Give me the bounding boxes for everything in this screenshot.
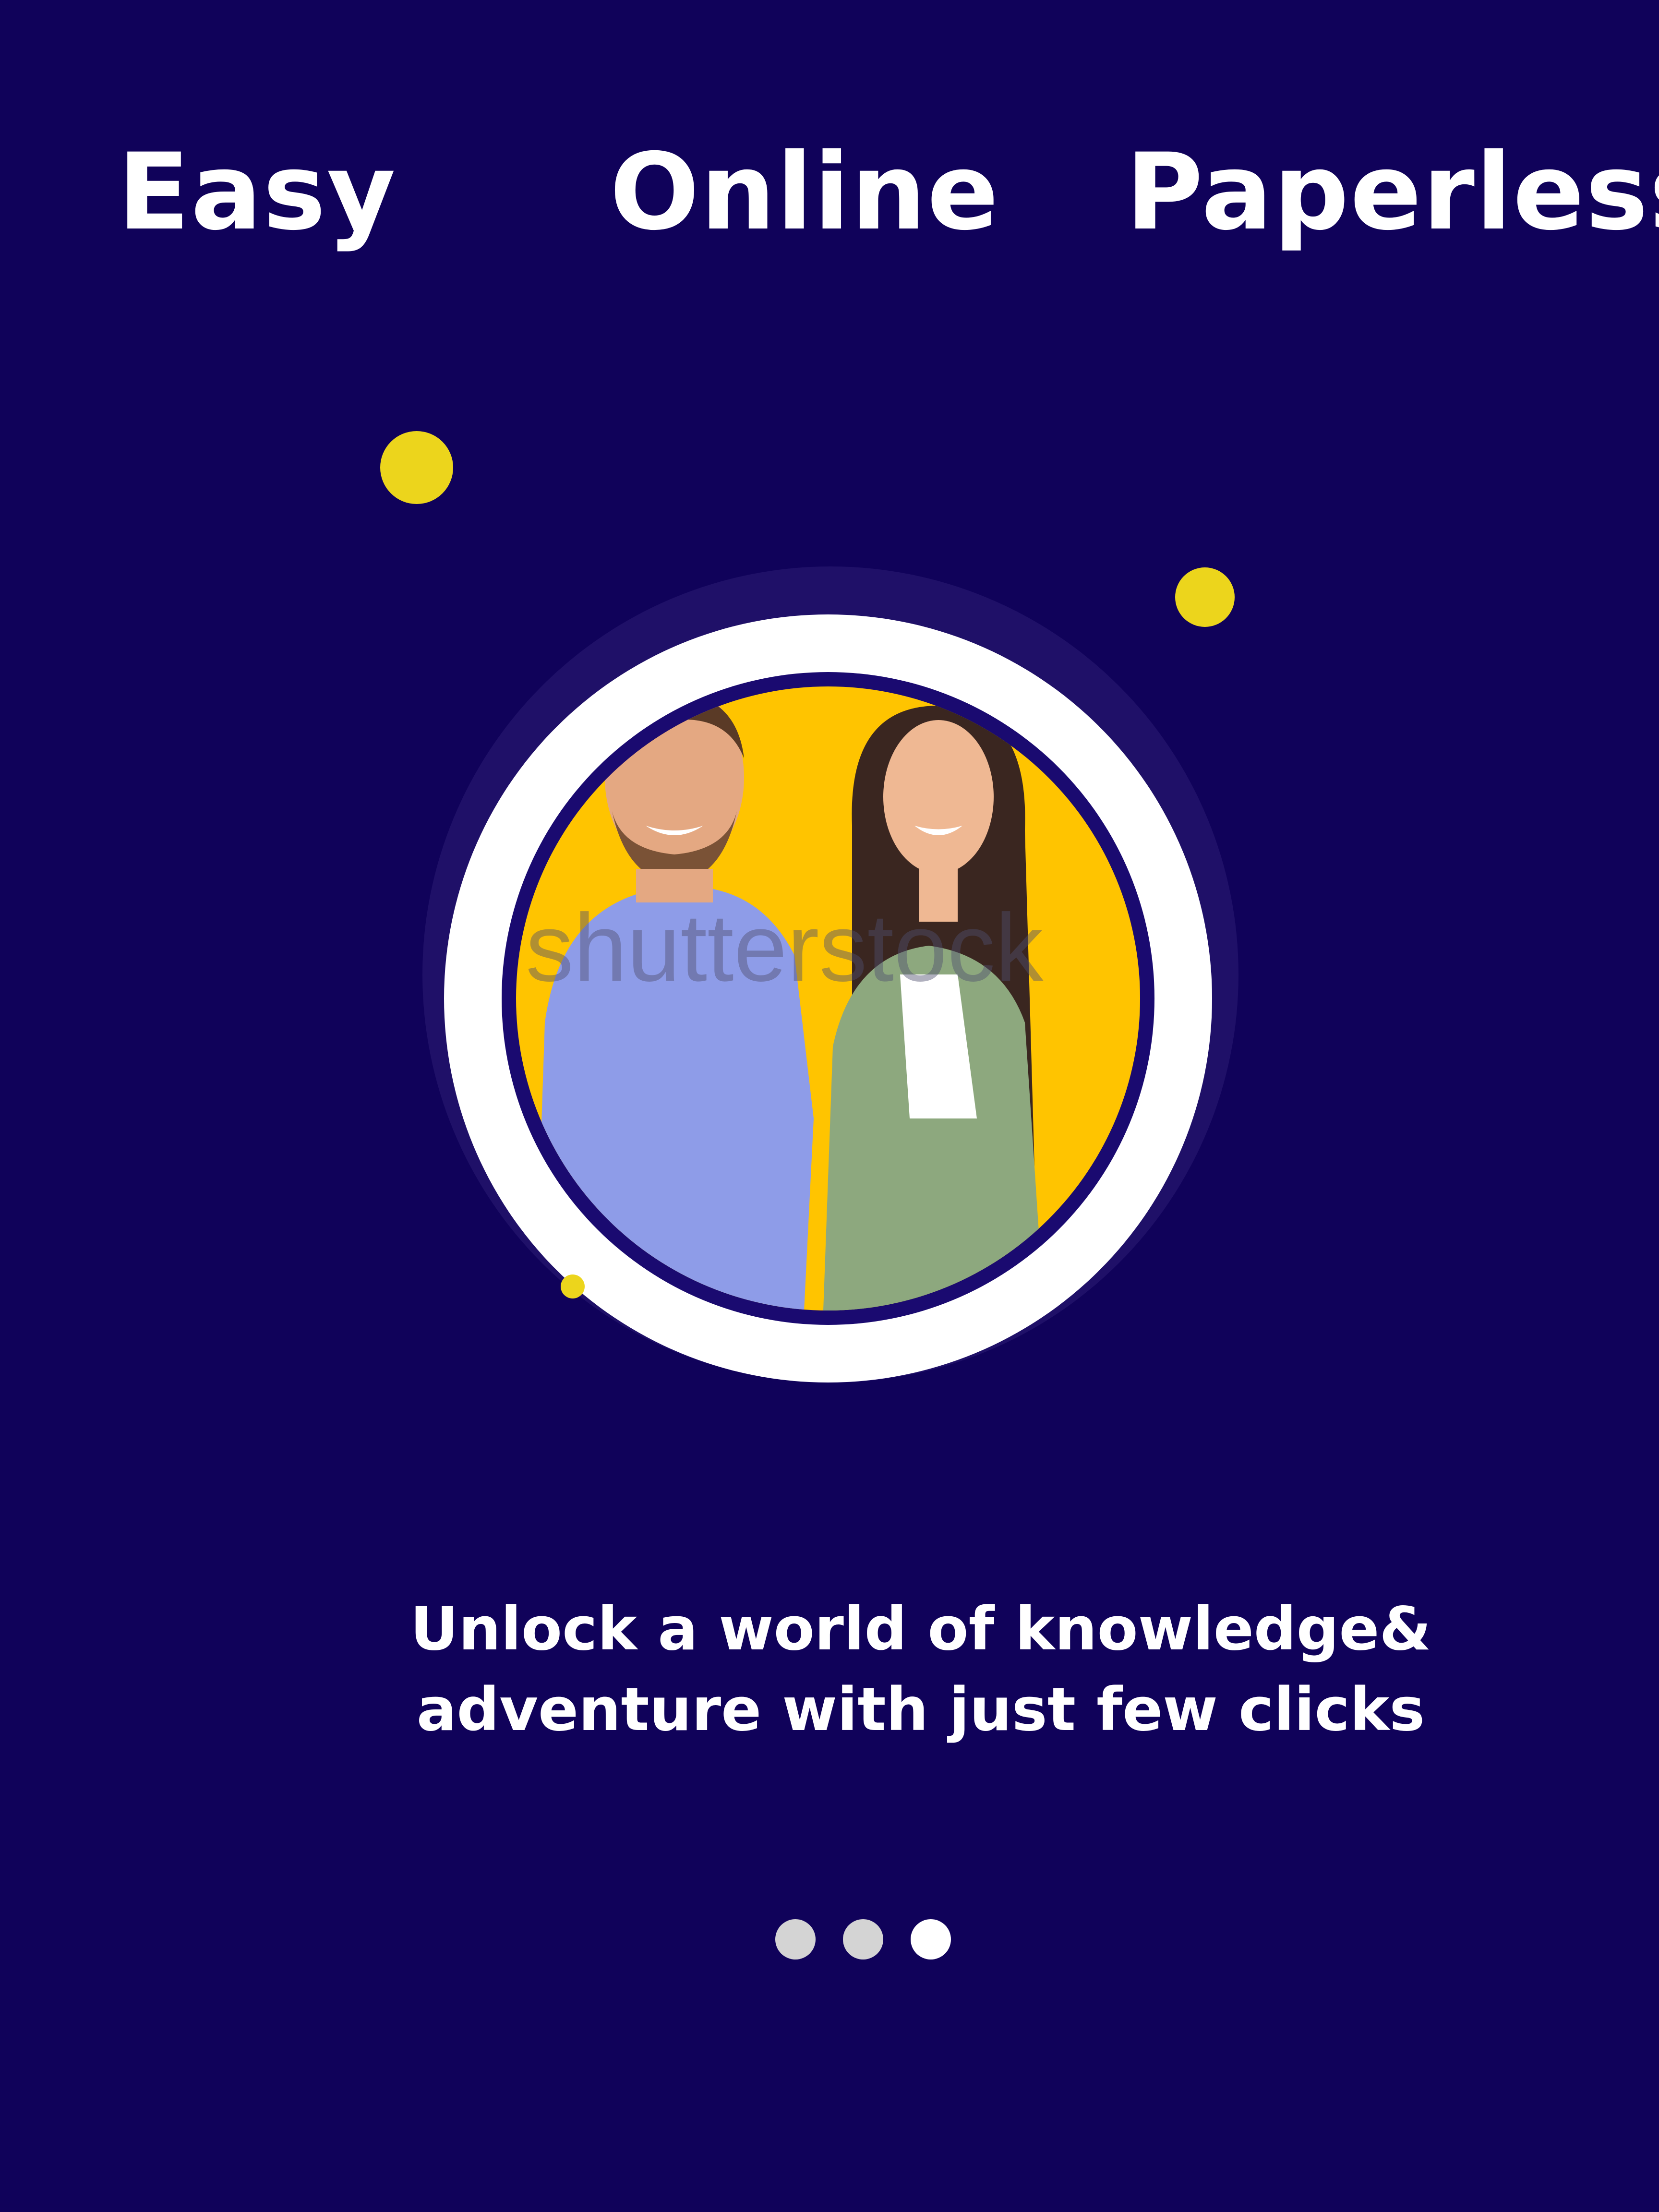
- onboarding-caption: Unlock a world of knowledge& adventure w…: [0, 1589, 1659, 1750]
- caption-line-2: adventure with just few clicks: [416, 1675, 1425, 1744]
- caption-line-1: Unlock a world of knowledge&: [410, 1595, 1431, 1664]
- header-word-online: Online: [610, 131, 1000, 253]
- hero-image: shutterstock: [422, 566, 1238, 1382]
- hero-photo-frame: shutterstock: [502, 672, 1154, 1325]
- watermark-text: shutterstock: [526, 894, 1044, 1001]
- page-dot-1[interactable]: [775, 1919, 816, 1960]
- decorative-dot: [380, 431, 453, 504]
- header-words: Easy Online Paperless: [0, 130, 1659, 254]
- header-word-easy: Easy: [118, 131, 397, 253]
- couple-photo: shutterstock: [516, 686, 1140, 1310]
- decorative-dot: [561, 1274, 585, 1298]
- header-word-paperless: Paperless: [1126, 131, 1659, 253]
- page-indicator: [775, 1919, 951, 1960]
- woman-figure: [823, 706, 1044, 1310]
- page-dot-3[interactable]: [911, 1919, 951, 1960]
- page-dot-2[interactable]: [843, 1919, 883, 1960]
